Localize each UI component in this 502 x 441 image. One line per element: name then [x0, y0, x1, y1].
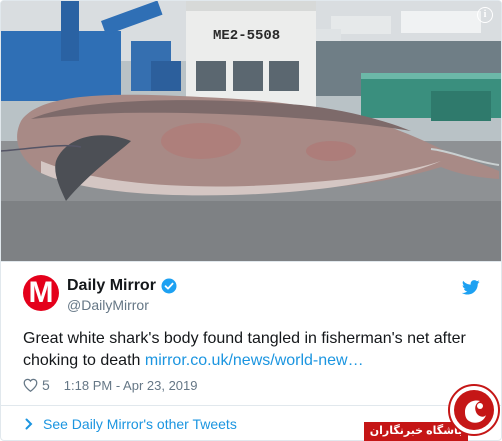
see-other-tweets-label: See Daily Mirror's other Tweets [43, 416, 237, 432]
tweet-link[interactable]: mirror.co.uk/news/world-new… [145, 352, 364, 369]
user-handle[interactable]: @DailyMirror [67, 297, 149, 313]
chevron-right-icon [25, 418, 33, 430]
avatar[interactable]: M [23, 275, 59, 311]
heart-icon[interactable] [23, 378, 38, 392]
boat-registration-label: ME2-5508 [213, 28, 280, 44]
avatar-letter: M [28, 276, 54, 309]
shark-photo-image: ME2-5508 [1, 1, 501, 261]
watermark-logo [448, 384, 500, 436]
display-name[interactable]: Daily Mirror [67, 277, 156, 295]
tweet-timestamp[interactable]: 1:18 PM - Apr 23, 2019 [64, 378, 198, 393]
photo-divider [1, 261, 501, 262]
watermark: باشگاه خبرنگاران [364, 372, 502, 441]
see-other-tweets-link[interactable]: See Daily Mirror's other Tweets [23, 416, 237, 432]
tweet-meta: 5 1:18 PM - Apr 23, 2019 [23, 377, 198, 393]
verified-badge-icon [161, 278, 177, 294]
tweet-text: Great white shark's body found tangled i… [23, 328, 485, 372]
tweet-photo[interactable]: ME2-5508 i [1, 1, 501, 261]
twitter-bird-icon[interactable] [462, 280, 480, 295]
watermark-logo-icon [454, 390, 494, 430]
like-count[interactable]: 5 [42, 377, 50, 393]
info-icon[interactable]: i [477, 7, 493, 23]
